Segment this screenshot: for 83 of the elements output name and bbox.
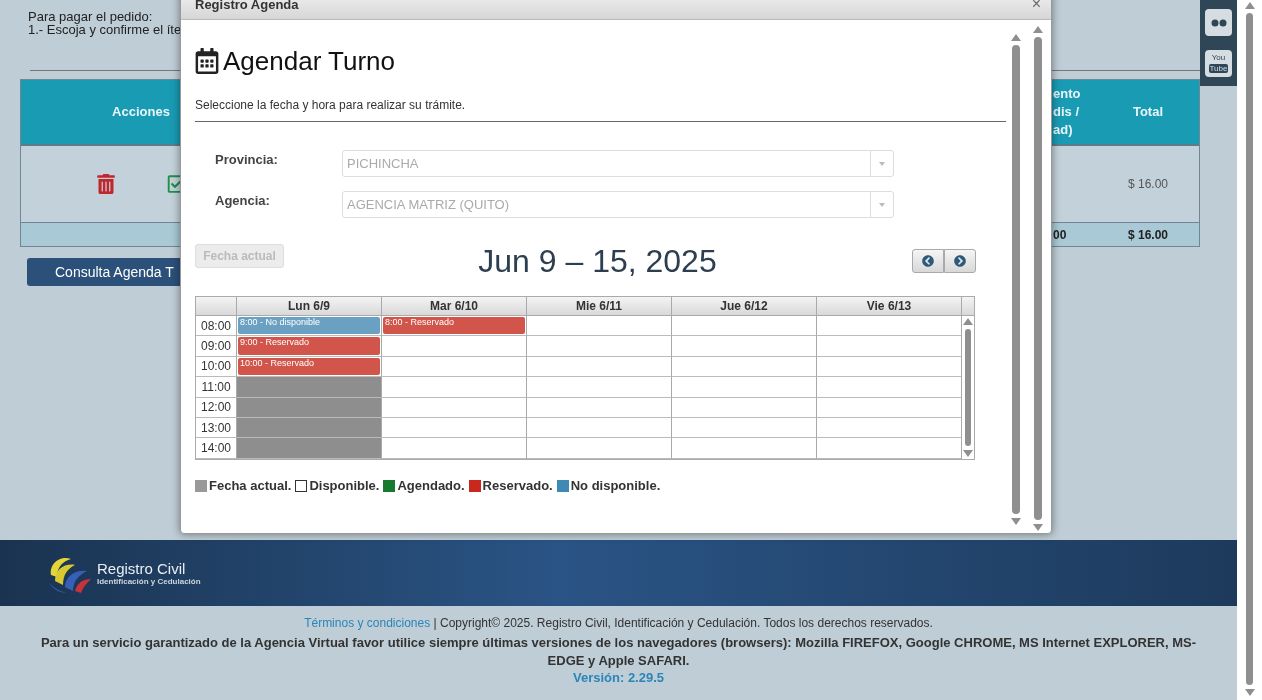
time-slot[interactable] xyxy=(816,336,961,357)
legend-label: No disponible. xyxy=(570,478,661,493)
logo-name: Registro Civil xyxy=(97,560,187,577)
time-slot[interactable] xyxy=(381,417,526,439)
next-button[interactable] xyxy=(944,249,976,273)
appointment-event[interactable]: 10:00 - Reservado xyxy=(238,357,380,376)
video-icon[interactable]: You Tube xyxy=(1205,50,1232,77)
time-slot[interactable] xyxy=(381,438,526,459)
page-scrollbar[interactable] xyxy=(1246,13,1253,685)
chevron-left-icon[interactable] xyxy=(922,255,934,267)
time-slot[interactable] xyxy=(816,356,961,378)
appointment-event[interactable]: 8:00 - No disponible xyxy=(238,317,380,335)
scroll-down-icon[interactable] xyxy=(1011,518,1021,525)
appointment-event[interactable]: 8:00 - Reservado xyxy=(383,317,525,335)
consult-schedule-button[interactable]: Consulta Agenda T xyxy=(27,258,180,286)
calendar-icon xyxy=(195,48,219,74)
time-slot[interactable] xyxy=(381,336,526,357)
time-slot[interactable] xyxy=(671,377,816,398)
logo-tagline: Identificación y Cedulación xyxy=(97,576,201,586)
time-slot[interactable] xyxy=(526,417,671,439)
unavailable-slot[interactable] xyxy=(236,397,381,418)
day-header: Jue 6/12 xyxy=(671,297,816,315)
day-header: Vie 6/13 xyxy=(816,297,961,315)
scroll-down-icon[interactable] xyxy=(1033,524,1043,531)
time-slot[interactable] xyxy=(526,336,671,357)
legend-label: Agendado. xyxy=(397,478,465,493)
time-slot[interactable] xyxy=(526,356,671,378)
time-slot[interactable] xyxy=(671,316,816,337)
time-slot[interactable] xyxy=(816,377,961,398)
unavailable-slot[interactable] xyxy=(236,417,381,439)
dialog-scrollbar[interactable] xyxy=(1034,37,1042,520)
time-slot[interactable] xyxy=(526,397,671,418)
time-slot[interactable] xyxy=(381,397,526,418)
trash-icon[interactable] xyxy=(96,174,115,194)
browser-notice: Para un servicio garantizado de la Agencia Virtual favor utilice siempre últimas versiones de los navegadores (browsers): Mozilla FIREFOX, Google CHROME, MS Internet EXPLORER, MS-EDGE y Apple SAFARI. xyxy=(39,634,1198,670)
time-slot[interactable] xyxy=(671,438,816,459)
table-cell: $ 16.00 xyxy=(1097,146,1199,223)
column-header: Total xyxy=(1097,80,1199,146)
instruction-text: Para pagar el pedido: xyxy=(28,10,153,23)
unavailable-slot[interactable] xyxy=(236,377,381,398)
scroll-up-icon[interactable] xyxy=(1011,34,1021,41)
unavailable-slot[interactable] xyxy=(236,438,381,459)
time-slot[interactable] xyxy=(816,417,961,439)
time-slot[interactable] xyxy=(526,438,671,459)
content-scrollbar[interactable] xyxy=(1012,45,1020,514)
time-slot[interactable] xyxy=(671,417,816,439)
dots-icon[interactable] xyxy=(1205,9,1232,36)
day-header: Mie 6/11 xyxy=(526,297,671,315)
scroll-up-icon[interactable] xyxy=(1033,26,1043,33)
date-range-title: Jun 9 – 15, 2025 xyxy=(477,244,717,278)
time-slot[interactable] xyxy=(816,397,961,418)
legend-label: Disponible. xyxy=(309,478,380,493)
scroll-down-icon[interactable] xyxy=(963,449,973,457)
day-header: Mar 6/10 xyxy=(381,297,526,315)
calendar-scrollbar[interactable] xyxy=(965,329,971,446)
field-label: Provincia: xyxy=(215,151,279,169)
heading-text: Agendar Turno xyxy=(223,45,395,77)
scroll-down-icon[interactable] xyxy=(1244,689,1255,696)
time-slot[interactable] xyxy=(381,356,526,378)
time-slot[interactable] xyxy=(381,377,526,398)
scroll-up-icon[interactable] xyxy=(1244,2,1255,9)
day-header: Lun 6/9 xyxy=(236,297,381,315)
time-slot[interactable] xyxy=(526,377,671,398)
legend-label: Reservado. xyxy=(482,478,553,493)
scroll-up-icon[interactable] xyxy=(963,318,973,325)
time-slot[interactable] xyxy=(816,316,961,337)
time-slot[interactable] xyxy=(671,356,816,378)
instruction-text: 1.- Escoja y confirme el íte xyxy=(28,23,182,36)
close-button[interactable]: × xyxy=(1031,0,1041,13)
chevron-right-icon[interactable] xyxy=(954,255,966,267)
previous-button[interactable] xyxy=(912,249,944,273)
time-slot[interactable] xyxy=(816,438,961,459)
table-cell: $ 16.00 xyxy=(1097,223,1199,246)
time-slot[interactable] xyxy=(526,316,671,337)
legend-label: Fecha actual. xyxy=(209,478,292,493)
dialog-title: Registro Agenda xyxy=(195,0,299,12)
time-slot[interactable] xyxy=(671,397,816,418)
appointment-event[interactable]: 9:00 - Reservado xyxy=(238,337,380,355)
copyright-text: Términos y condiciones | Copyright© 2025. Registro Civil, Identificación y Cedulación. Todos los derechos reservados. xyxy=(304,616,933,630)
version-text: Versión: 2.29.5 xyxy=(572,670,665,686)
field-label: Agencia: xyxy=(215,192,271,210)
terms-link[interactable]: Términos y condiciones xyxy=(304,616,431,630)
time-slot[interactable] xyxy=(671,336,816,357)
